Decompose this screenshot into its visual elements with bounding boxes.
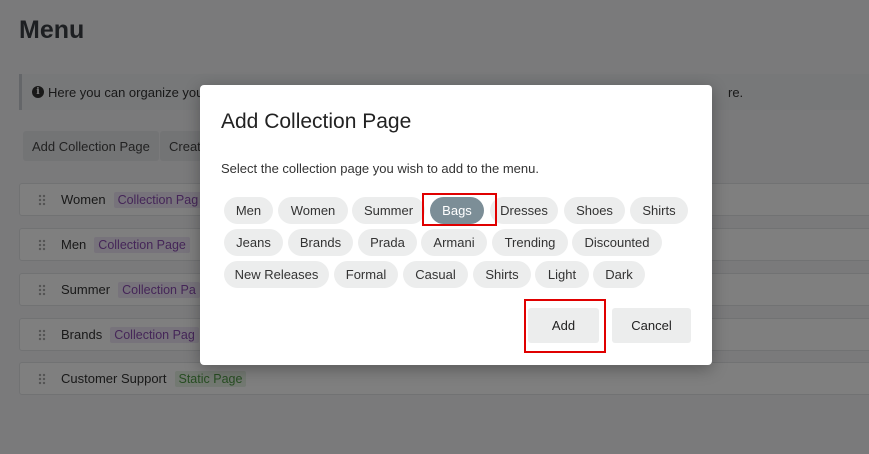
- chip-women[interactable]: Women: [278, 197, 348, 224]
- chip-casual[interactable]: Casual: [403, 261, 468, 288]
- chip-new-releases[interactable]: New Releases: [224, 261, 329, 288]
- chip-light[interactable]: Light: [535, 261, 589, 288]
- chip-men[interactable]: Men: [224, 197, 273, 224]
- chip-dark[interactable]: Dark: [593, 261, 645, 288]
- chip-shoes[interactable]: Shoes: [564, 197, 625, 224]
- chip-summer[interactable]: Summer: [352, 197, 425, 224]
- add-collection-page-dialog: Add Collection Page Select the collectio…: [200, 85, 712, 365]
- chip-shirts[interactable]: Shirts: [630, 197, 688, 224]
- chip-discounted[interactable]: Discounted: [572, 229, 662, 256]
- chip-bags[interactable]: Bags: [430, 197, 484, 224]
- chip-trending[interactable]: Trending: [492, 229, 568, 256]
- dialog-subtitle: Select the collection page you wish to a…: [221, 161, 539, 176]
- chip-formal[interactable]: Formal: [334, 261, 398, 288]
- chip-armani[interactable]: Armani: [421, 229, 487, 256]
- add-button[interactable]: Add: [528, 308, 599, 343]
- chip-prada[interactable]: Prada: [358, 229, 417, 256]
- chip-brands[interactable]: Brands: [288, 229, 353, 256]
- cancel-button[interactable]: Cancel: [612, 308, 691, 343]
- dialog-title: Add Collection Page: [221, 110, 412, 133]
- chip-dresses[interactable]: Dresses: [490, 197, 558, 224]
- chip-jeans[interactable]: Jeans: [224, 229, 283, 256]
- chip-shirts-2[interactable]: Shirts: [473, 261, 531, 288]
